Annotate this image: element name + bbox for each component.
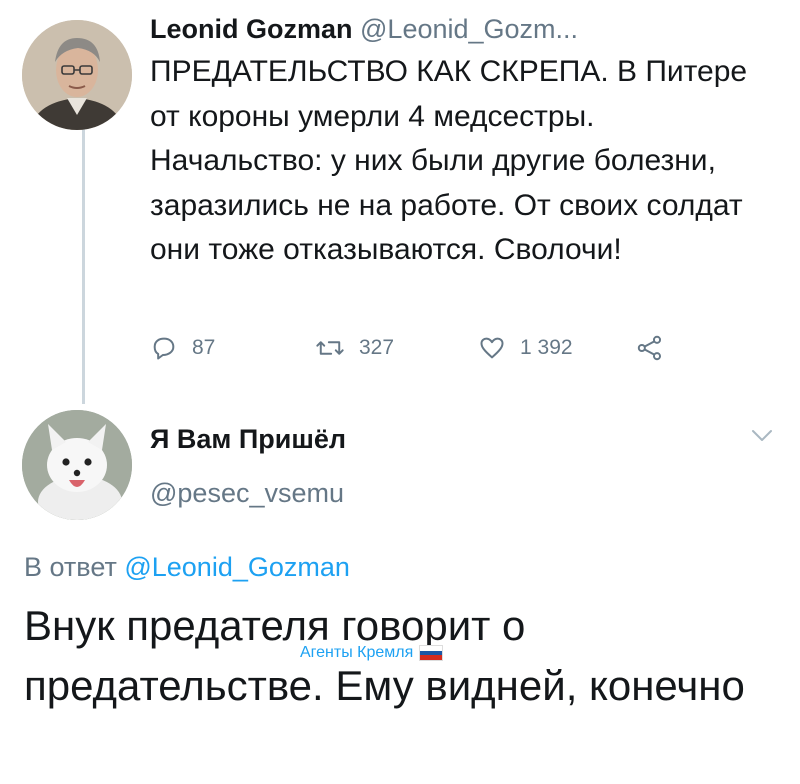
- reply-context: В ответ @Leonid_Gozman: [24, 552, 350, 583]
- share-icon: [636, 334, 664, 362]
- reply-button[interactable]: 87: [150, 334, 215, 362]
- like-icon: [478, 334, 506, 362]
- like-count: 1 392: [520, 336, 573, 359]
- like-button[interactable]: 1 392: [478, 334, 573, 362]
- author-name[interactable]: Leonid Gozman: [150, 14, 353, 44]
- tweet-header: Leonid Gozman @Leonid_Gozm...: [150, 14, 578, 45]
- reply-count: 87: [192, 336, 216, 359]
- author-handle[interactable]: @Leonid_Gozm...: [360, 14, 578, 44]
- avatar[interactable]: [22, 410, 132, 520]
- reply-icon: [150, 334, 178, 362]
- tweet-text: ПРЕДАТЕЛЬСТВО КАК СКРЕПА. В Питере от ко…: [150, 55, 748, 266]
- russian-flag-icon: [419, 645, 444, 661]
- watermark-text: Агенты Кремля: [300, 644, 414, 661]
- chevron-down-icon: [750, 430, 774, 448]
- author-handle[interactable]: @pesec_vsemu: [150, 478, 344, 509]
- avatar[interactable]: [22, 20, 132, 130]
- thread-line: [82, 122, 85, 404]
- tweet-actions: 87 327 1 392: [150, 334, 710, 368]
- reply-mention-link[interactable]: @Leonid_Gozman: [124, 552, 350, 582]
- retweet-icon: [315, 334, 345, 362]
- retweet-count: 327: [359, 336, 395, 359]
- share-button[interactable]: [636, 334, 664, 362]
- watermark: Агенты Кремля: [300, 644, 444, 662]
- reply-prefix: В ответ: [24, 552, 117, 582]
- author-name[interactable]: Я Вам Пришёл: [150, 424, 346, 455]
- retweet-button[interactable]: 327: [315, 334, 394, 362]
- more-options-button[interactable]: [750, 428, 774, 449]
